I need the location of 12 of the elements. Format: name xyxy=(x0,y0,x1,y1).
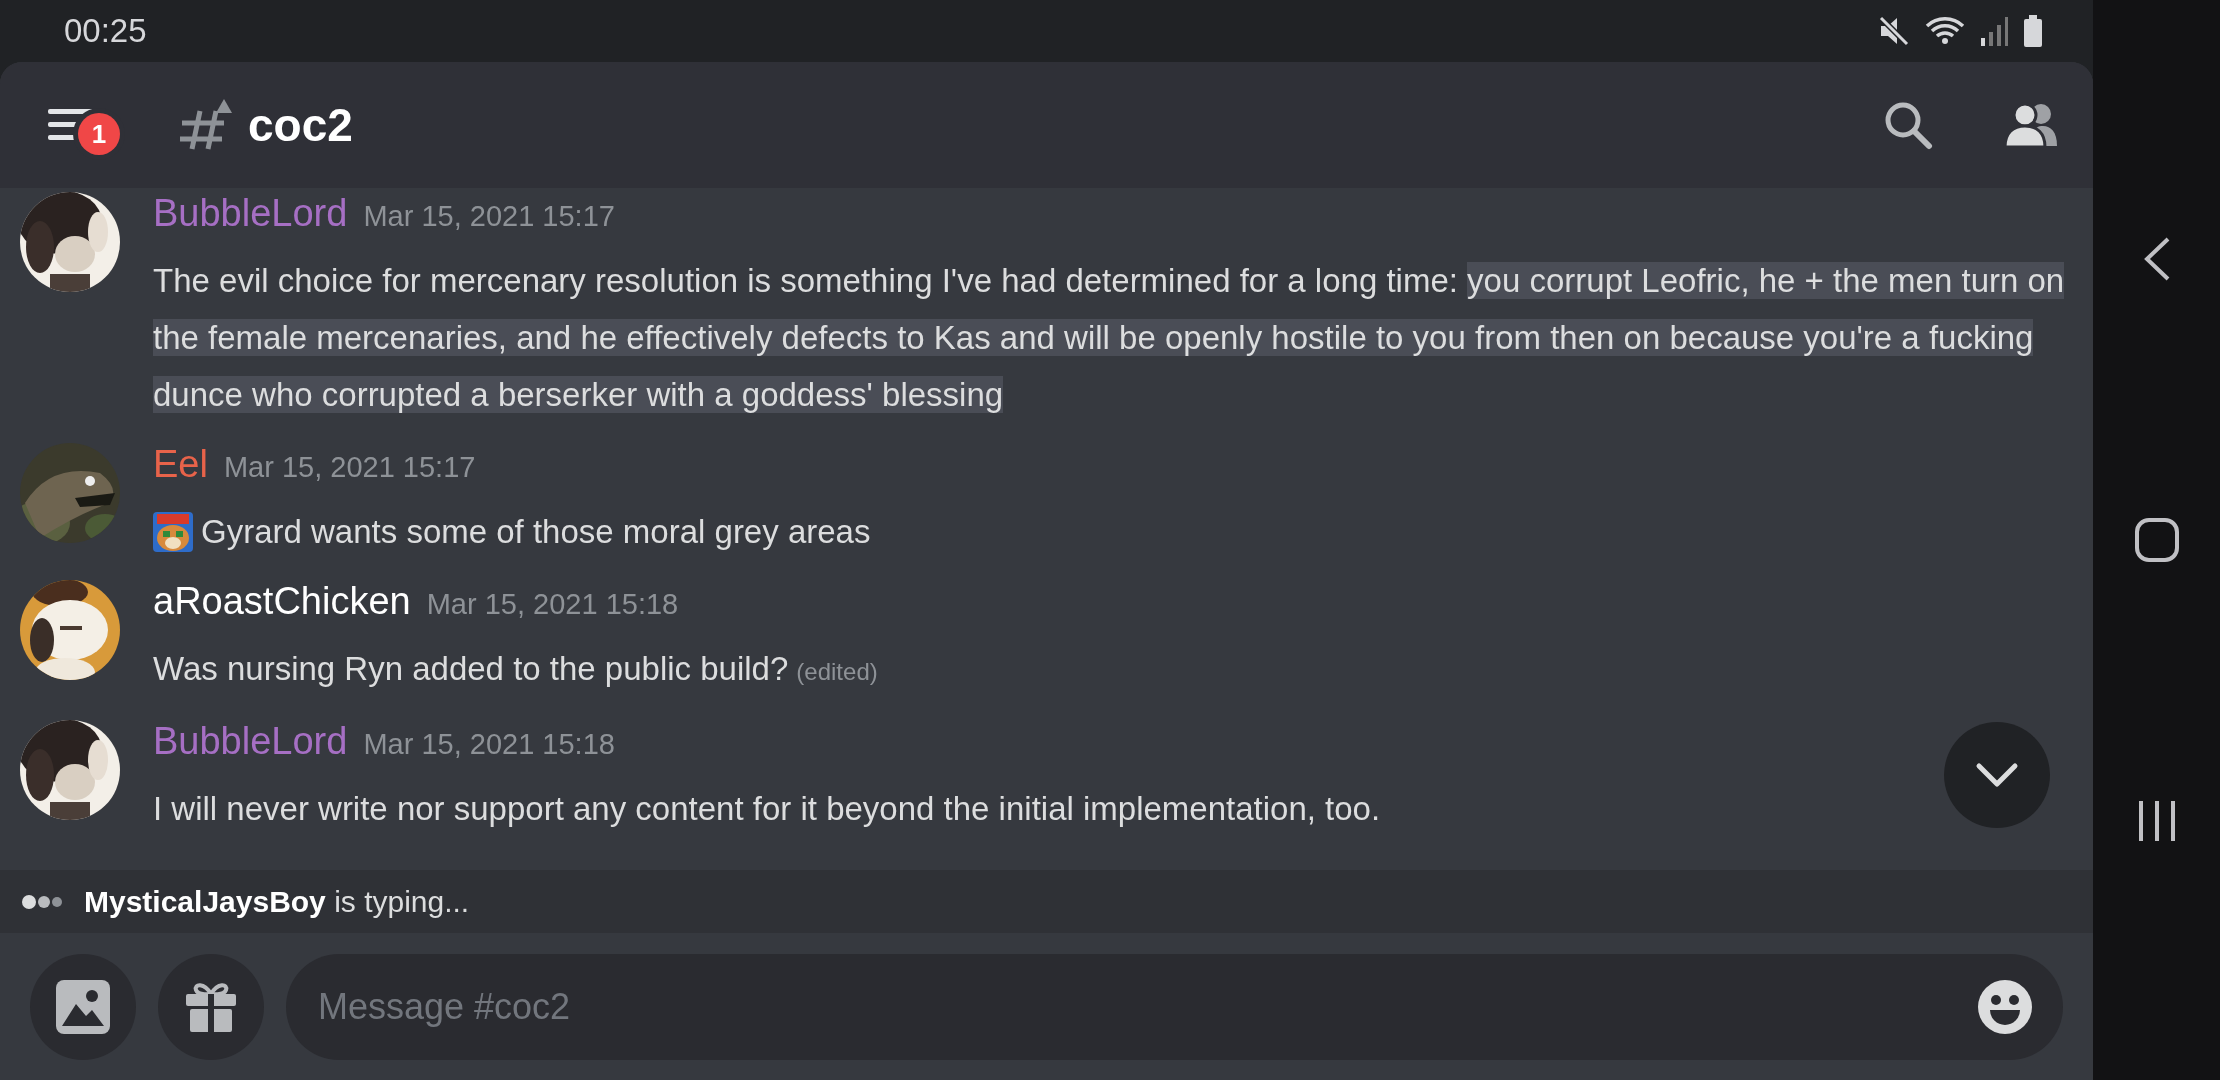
typing-indicator: MysticalJaysBoy is typing... xyxy=(84,884,470,919)
channel-name: coc2 xyxy=(248,98,353,152)
message-text: Was nursing Ryn added to the public build? xyxy=(153,649,789,689)
message-text: The evil choice for mercenary resolution is something I've had determined for a long time: you corrupt Leofric, he + the men turn on the female mercenaries, and he effectively defects to Kas and will be openly hostile to you from then on because you're a fucking dunce who corrupted a berserker with a goddess' blessing xyxy=(153,261,2066,415)
timestamp: Mar 15, 2021 15:17 xyxy=(223,451,476,484)
timestamp: Mar 15, 2021 15:18 xyxy=(363,728,615,761)
edited-label: (edited) xyxy=(796,657,878,687)
clock: 00:25 xyxy=(64,12,147,50)
timestamp: Mar 15, 2021 15:17 xyxy=(363,200,615,233)
message-text: I will never write nor support any content for it beyond the initial implementation, too. xyxy=(153,789,1381,829)
timestamp: Mar 15, 2021 15:18 xyxy=(426,588,679,621)
message-text: Gyrard wants some of those moral grey areas xyxy=(201,512,871,552)
